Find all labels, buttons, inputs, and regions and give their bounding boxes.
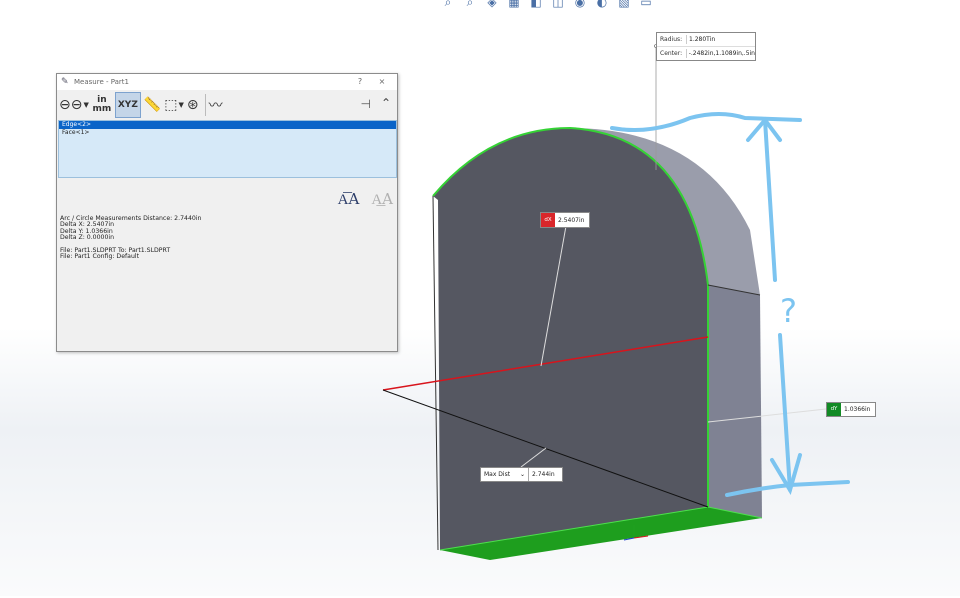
view-orientation-icon[interactable]: ◧ (528, 0, 544, 9)
previous-view-icon[interactable]: ◈ (484, 0, 500, 9)
xyz-label: XYZ (117, 100, 138, 110)
chevron-down-icon: ▼ (83, 101, 89, 109)
scene-icon[interactable]: ▧ (616, 0, 632, 9)
arc-circle-measurements-button[interactable]: ⊖⊖ ▼ (59, 93, 89, 117)
units-precision-button[interactable]: in mm (92, 93, 112, 117)
arc-measure-icon: ⊖⊖ (59, 97, 83, 113)
center-label: Center: (660, 50, 683, 57)
zoom-to-fit-icon[interactable]: ⌕ (440, 0, 456, 9)
hide-show-icon[interactable]: ◉ (572, 0, 588, 9)
monitor-icon[interactable]: ▭ (638, 0, 654, 9)
annotation-question-mark: ? (780, 292, 797, 330)
radius-value: 1.280Tin (686, 35, 715, 44)
selection-list[interactable]: Edge<2> Face<1> (58, 120, 397, 178)
display-style-icon[interactable]: ◫ (550, 0, 566, 9)
zoom-area-icon[interactable]: ⌕ (462, 0, 478, 9)
chevron-down-icon: ▼ (178, 101, 184, 109)
front-face[interactable] (433, 128, 708, 550)
pin-icon[interactable]: ⊣ (361, 97, 371, 111)
delta-x-tag: dX 2.5407in (540, 212, 590, 228)
distance-type-select[interactable]: Max Dist ⌄ (481, 468, 529, 481)
toolbar-separator (204, 94, 206, 116)
left-edge (432, 195, 439, 551)
delta-y-value: 1.0366in (844, 406, 871, 413)
projection-icon: ⬚ (164, 97, 178, 113)
help-button[interactable]: ? (353, 76, 367, 88)
measure-toolbar: ⊖⊖ ▼ in mm XYZ 📏 ⬚ ▼ ⊛ 〰 ⊣ ⌃ (57, 90, 397, 120)
measure-icon: ✎ (61, 77, 69, 87)
measurement-history-button[interactable]: ⊛ (187, 93, 199, 117)
projected-on-button[interactable]: ⬚ ▼ (164, 93, 184, 117)
history-icon: ⊛ (186, 97, 199, 113)
units-bottom-label: mm (92, 104, 112, 114)
heads-up-toolbar: ⌕ ⌕ ◈ ▦ ◧ ◫ ◉ ◐ ▧ ▭ (440, 0, 654, 10)
measure-dialog: ✎ Measure - Part1 ? × ⊖⊖ ▼ in mm XYZ 📏 ⬚ ▼… (56, 73, 398, 352)
radius-label: Radius: (660, 36, 683, 43)
list-item[interactable]: Edge<2> (59, 121, 396, 129)
result-line: File: Part1 Config: Default (60, 253, 140, 261)
list-item[interactable]: Face<1> (59, 129, 396, 137)
font-size-buttons: A͞A A͟A (338, 190, 393, 209)
create-sensor-button[interactable]: 〰 (209, 93, 223, 117)
sensor-graph-icon: 〰 (208, 98, 223, 114)
decrease-font-icon: A͟A (371, 190, 393, 208)
triad-z-axis (623, 537, 635, 541)
side-face[interactable] (708, 285, 762, 518)
coordinate-triad (623, 525, 649, 541)
chevron-down-icon: ⌄ (519, 471, 525, 478)
dialog-titlebar[interactable]: ✎ Measure - Part1 ? × (57, 74, 397, 90)
section-view-icon[interactable]: ▦ (506, 0, 522, 9)
appearance-icon[interactable]: ◐ (594, 0, 610, 9)
ruler-icon: 📏 (143, 97, 162, 113)
max-dist-value: 2.744in (532, 471, 555, 478)
distance-type-value: Max Dist (484, 471, 511, 478)
point-to-point-button[interactable]: 📏 (144, 93, 161, 117)
center-value: -.2482in,1.1089in,.5in (685, 49, 755, 58)
triad-x-axis (633, 535, 649, 539)
max-dist-tag: Max Dist ⌄ 2.744in (480, 467, 563, 482)
collapse-icon[interactable]: ⌃ (381, 96, 391, 110)
show-xyz-button[interactable]: XYZ (114, 92, 141, 118)
radius-center-tag: Radius: 1.280Tin Center: -.2482in,1.1089in… (656, 32, 756, 61)
measurement-results: Arc / Circle Measurements Distance: 2.74… (60, 215, 201, 261)
delta-x-value: 2.5407in (558, 216, 585, 224)
delta-x-badge: dX (541, 213, 555, 227)
delta-y-tag: dY 1.0366in (826, 402, 876, 417)
close-button[interactable]: × (375, 76, 389, 88)
increase-font-icon[interactable]: A͞A (338, 190, 360, 209)
delta-y-badge: dY (827, 403, 841, 416)
dialog-title: Measure - Part1 (74, 78, 129, 86)
